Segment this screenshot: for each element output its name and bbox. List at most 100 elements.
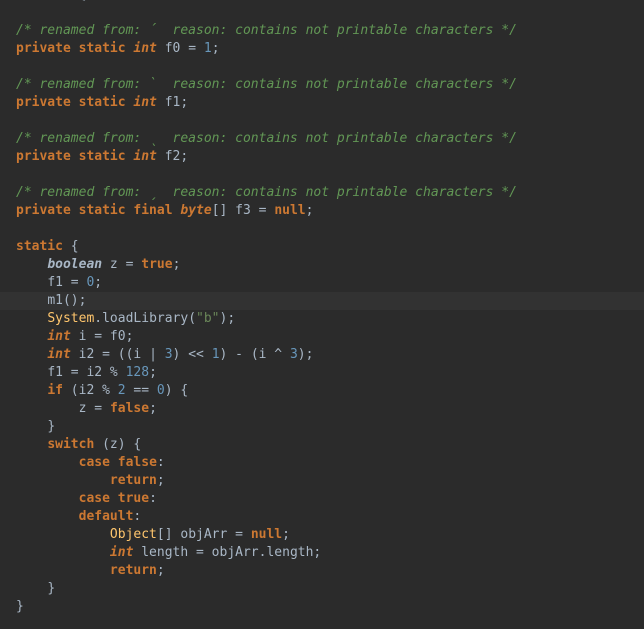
code-token: private static	[16, 95, 134, 110]
code-line[interactable]: f1 = 0;	[0, 274, 644, 292]
code-token: f0 =	[156, 41, 204, 56]
code-line[interactable]: /* renamed from: ˎ reason: contains not …	[0, 130, 644, 148]
code-token: 2	[117, 383, 126, 398]
code-line[interactable]: /* renamed from: ` reason: contains not …	[0, 76, 644, 94]
code-line[interactable]: }	[0, 598, 644, 616]
code-token: null	[250, 527, 283, 542]
code-token: ;	[282, 527, 290, 542]
code-line[interactable]	[0, 112, 644, 130]
code-line[interactable]: int i = f0;	[0, 328, 644, 346]
code-token: Object	[109, 527, 157, 542]
code-token: ;	[94, 275, 103, 290]
code-token: switch	[47, 437, 95, 452]
code-token: ;	[156, 563, 165, 578]
code-token: ;	[211, 41, 220, 56]
code-editor[interactable]: {/* renamed from: ´ reason: contains not…	[0, 0, 644, 629]
code-token: int	[109, 545, 134, 560]
code-line[interactable]: case true:	[0, 490, 644, 508]
code-token: "b"	[196, 311, 220, 326]
code-token: private static final	[16, 203, 181, 218]
code-line[interactable]: }	[0, 580, 644, 598]
code-line[interactable]: switch (z) {	[0, 436, 644, 454]
code-token: m1();	[47, 293, 87, 308]
code-line[interactable]: private static int f0 = 1;	[0, 40, 644, 58]
code-token: private static	[16, 149, 134, 164]
code-token: /* renamed from: ˏ reason: contains not …	[16, 185, 517, 200]
code-token: [] objArr =	[156, 527, 251, 542]
code-token: ==	[125, 383, 157, 398]
code-line[interactable]: /* renamed from: ´ reason: contains not …	[0, 22, 644, 40]
code-line[interactable]: private static int f1;	[0, 94, 644, 112]
code-token: length = objArr.length;	[133, 545, 322, 560]
code-line[interactable]: int length = objArr.length;	[0, 544, 644, 562]
code-token: 128	[125, 365, 150, 380]
code-token: 1	[211, 347, 220, 362]
code-token: .loadLibrary(	[94, 311, 197, 326]
code-token: i2 = ((i |	[70, 347, 165, 362]
code-line[interactable]: int i2 = ((i | 3) << 1) - (i ^ 3);	[0, 346, 644, 364]
code-line[interactable]	[0, 220, 644, 238]
code-token: private static	[16, 41, 134, 56]
code-token: );	[219, 311, 236, 326]
code-token: 3	[164, 347, 173, 362]
code-line[interactable]: case false:	[0, 454, 644, 472]
code-token: ) - (i ^	[219, 347, 290, 362]
code-token: f1 =	[47, 275, 87, 290]
code-token: return	[109, 473, 157, 488]
code-line[interactable]: if (i2 % 2 == 0) {	[0, 382, 644, 400]
code-line[interactable]: static {	[0, 238, 644, 256]
code-line[interactable]: return;	[0, 562, 644, 580]
code-token: boolean	[47, 257, 103, 272]
code-token: :	[133, 509, 142, 524]
code-token: (i2 %	[62, 383, 118, 398]
code-line[interactable]: private static final byte[] f3 = null;	[0, 202, 644, 220]
code-token: case false	[78, 455, 157, 470]
code-token: (z) {	[94, 437, 142, 452]
code-token: case true	[78, 491, 150, 506]
code-token: null	[274, 203, 306, 218]
code-token: }	[47, 581, 56, 596]
code-line[interactable]: f1 = i2 % 128;	[0, 364, 644, 382]
code-line[interactable]: boolean z = true;	[0, 256, 644, 274]
code-token: int	[133, 149, 157, 164]
code-line[interactable]: private static int f2;	[0, 148, 644, 166]
code-line[interactable]: z = false;	[0, 400, 644, 418]
code-token: i = f0;	[70, 329, 134, 344]
code-token: int	[133, 41, 157, 56]
code-token: );	[297, 347, 314, 362]
code-token: z =	[78, 401, 110, 416]
code-token: ) <<	[172, 347, 212, 362]
code-token: if	[47, 383, 63, 398]
code-line[interactable]: default:	[0, 508, 644, 526]
code-line[interactable]	[0, 58, 644, 76]
code-line[interactable]: System.loadLibrary("b");	[0, 310, 644, 328]
code-token: false	[109, 401, 150, 416]
code-token: ;	[172, 257, 181, 272]
code-token: 1	[203, 41, 212, 56]
code-line[interactable]: return;	[0, 472, 644, 490]
code-line[interactable]	[0, 166, 644, 184]
code-line[interactable]	[0, 4, 644, 22]
code-token: return	[109, 563, 157, 578]
code-token: static	[16, 239, 63, 254]
code-token: int	[47, 347, 71, 362]
code-token: byte	[180, 203, 212, 218]
code-line-current[interactable]: m1();	[0, 292, 644, 310]
code-line[interactable]: Object[] objArr = null;	[0, 526, 644, 544]
code-token: z =	[102, 257, 142, 272]
code-line[interactable]: }	[0, 418, 644, 436]
code-line[interactable]: /* renamed from: ˏ reason: contains not …	[0, 184, 644, 202]
code-token: /* renamed from: ` reason: contains not …	[16, 77, 517, 92]
